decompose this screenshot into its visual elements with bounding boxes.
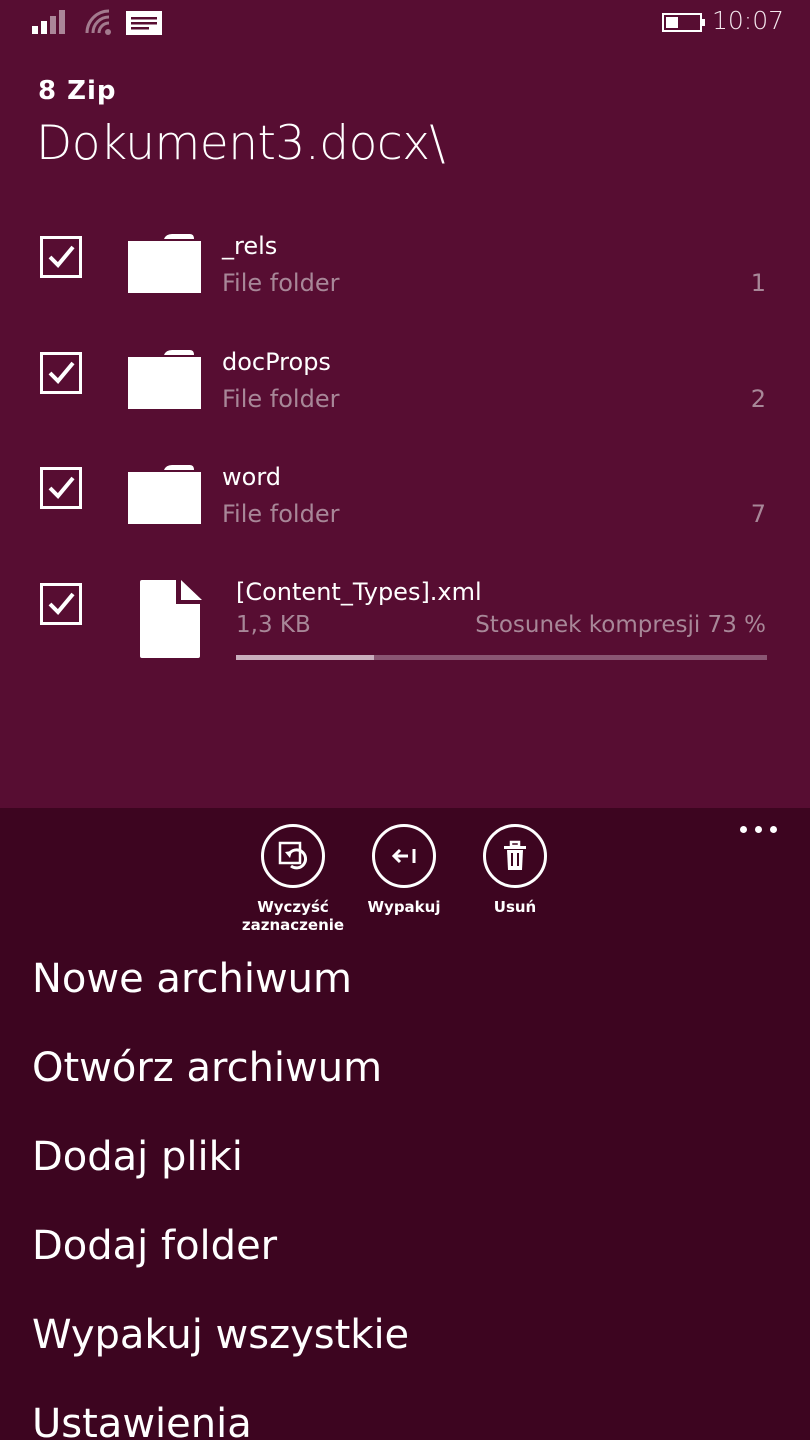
item-count: 2	[750, 385, 766, 413]
item-type: File folder	[222, 385, 340, 413]
menu-item-add-folder[interactable]: Dodaj folder	[32, 1223, 277, 1269]
item-count: 1	[750, 269, 766, 297]
checkmark-icon	[48, 245, 75, 268]
extract-button[interactable]: Wypakuj	[344, 824, 464, 916]
wifi-icon	[85, 9, 111, 35]
item-checkbox[interactable]	[40, 583, 82, 625]
signal-strength-icon	[32, 8, 72, 34]
folder-icon	[128, 234, 201, 293]
item-name: _rels	[222, 232, 278, 260]
item-type: File folder	[222, 500, 340, 528]
status-bar: 10:07	[0, 0, 810, 46]
item-count: 7	[750, 500, 766, 528]
checkmark-icon	[48, 361, 75, 384]
item-type: File folder	[222, 269, 340, 297]
delete-label: Usuń	[493, 898, 537, 916]
app-name: 8 Zip	[38, 76, 117, 106]
file-icon	[140, 580, 202, 658]
list-item[interactable]: [Content_Types].xml 1,3 KB Stosunek komp…	[0, 565, 810, 665]
clear-selection-label: Wyczyść zaznaczenie	[241, 898, 345, 934]
menu-item-add-files[interactable]: Dodaj pliki	[32, 1134, 243, 1180]
menu-item-open-archive[interactable]: Otwórz archiwum	[32, 1045, 382, 1091]
list-item[interactable]: docProps File folder 2	[0, 334, 810, 434]
compression-ratio: Stosunek kompresji 73 %	[475, 612, 766, 638]
clock: 10:07	[712, 6, 785, 35]
clear-selection-icon	[261, 824, 325, 888]
ellipsis-icon[interactable]	[740, 822, 780, 838]
checkmark-icon	[48, 476, 75, 499]
menu-item-new-archive[interactable]: Nowe archiwum	[32, 956, 352, 1002]
checkmark-icon	[48, 592, 75, 615]
list-item[interactable]: _rels File folder 1	[0, 218, 810, 318]
delete-button[interactable]: Usuń	[455, 824, 575, 916]
item-name: word	[222, 463, 281, 491]
file-list-panel: 10:07 8 Zip Dokument3.docx\ _rels File f…	[0, 0, 810, 808]
folder-icon	[128, 350, 201, 409]
item-checkbox[interactable]	[40, 467, 82, 509]
battery-icon	[662, 13, 705, 32]
item-checkbox[interactable]	[40, 236, 82, 278]
item-checkbox[interactable]	[40, 352, 82, 394]
extract-label: Wypakuj	[367, 898, 441, 916]
clear-selection-button[interactable]: Wyczyść zaznaczenie	[233, 824, 353, 934]
menu-item-extract-all[interactable]: Wypakuj wszystkie	[32, 1312, 409, 1358]
progress-fill	[236, 655, 375, 660]
folder-icon	[128, 465, 201, 524]
trash-icon	[483, 824, 547, 888]
item-name: [Content_Types].xml	[236, 578, 482, 606]
menu-item-settings[interactable]: Ustawienia	[32, 1401, 252, 1440]
list-item[interactable]: word File folder 7	[0, 449, 810, 549]
extract-icon	[372, 824, 436, 888]
item-size: 1,3 KB	[236, 612, 311, 638]
message-icon	[126, 11, 162, 35]
compression-progress-bar	[236, 655, 767, 660]
app-bar: Wyczyść zaznaczenie Wypakuj Usuń Nowe ar…	[0, 808, 810, 1440]
item-name: docProps	[222, 348, 331, 376]
page-title: Dokument3.docx\	[36, 116, 445, 171]
